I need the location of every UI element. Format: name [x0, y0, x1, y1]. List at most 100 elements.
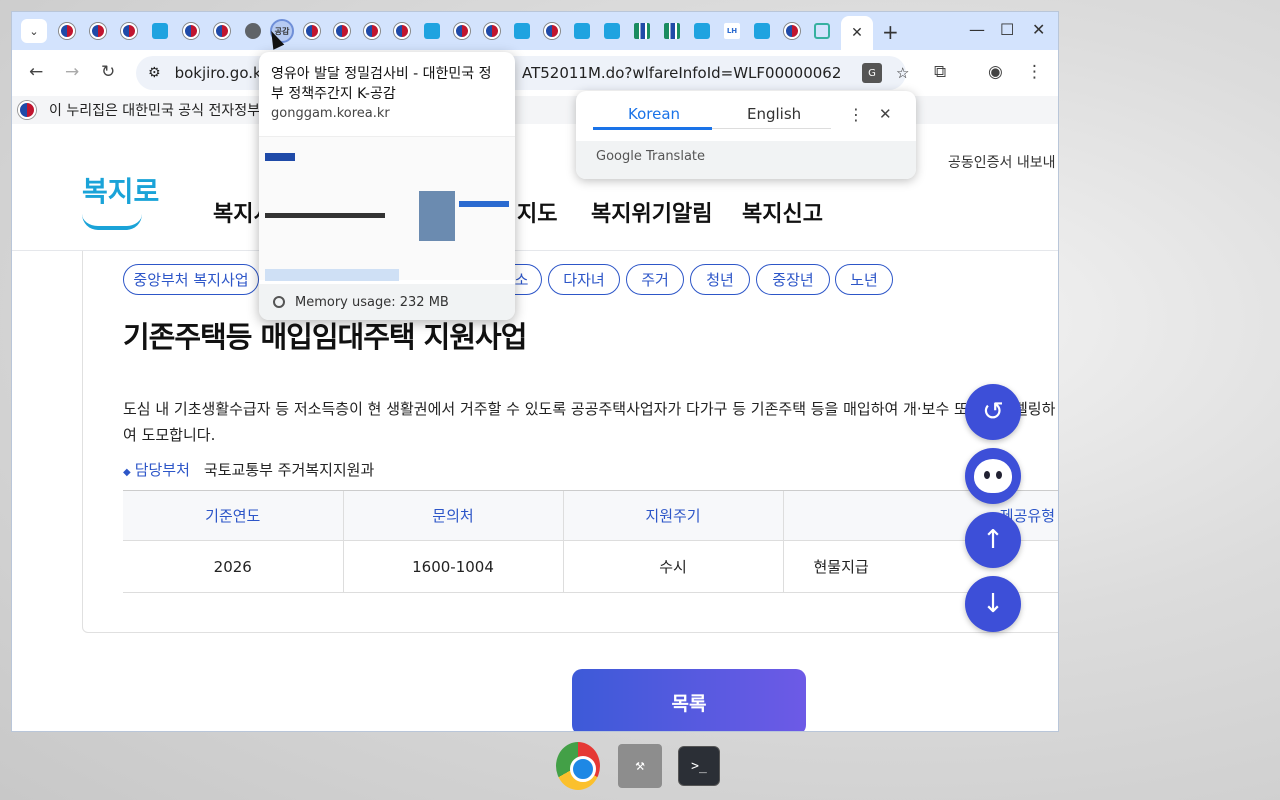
tab-favicon[interactable] [424, 23, 440, 39]
tab-favicon[interactable] [634, 23, 650, 39]
tab-favicon[interactable] [574, 23, 590, 39]
close-icon[interactable]: ✕ [851, 25, 863, 41]
tab-favicon[interactable] [121, 23, 137, 39]
scroll-bottom-button[interactable]: ↓ [965, 576, 1021, 632]
tab-favicon[interactable] [59, 23, 75, 39]
translate-more-icon[interactable]: ⋮ [848, 105, 864, 124]
extensions-icon[interactable]: ⧉ [934, 62, 946, 82]
table-header: 지원주기 [562, 490, 783, 541]
translate-close-icon[interactable]: ✕ [879, 105, 892, 123]
gov-banner-text: 이 누리집은 대한민국 공식 전자정부 [49, 103, 260, 119]
google-translate-label: Google Translate [596, 149, 706, 164]
translate-lang-from[interactable]: Korean [628, 105, 680, 123]
tab-favicon[interactable] [514, 23, 530, 39]
chip-middle-age[interactable]: 중장년 [756, 264, 830, 295]
tab-favicon[interactable] [484, 23, 500, 39]
chrome-icon [556, 742, 600, 790]
table-cell: 1600-1004 [342, 540, 563, 593]
chatbot-icon [974, 459, 1012, 493]
browser-toolbar: ← → ↻ ⚙ bokjiro.go.kr AT52011M.do?wlfare… [12, 50, 1058, 96]
tab-search-button[interactable]: ⌄ [21, 19, 47, 43]
reload-icon[interactable]: ↻ [101, 62, 115, 82]
menu-welfare-report[interactable]: 복지신고 [742, 196, 823, 228]
profile-icon[interactable]: ◉ [988, 62, 1003, 82]
tab-hover-card: 영유아 발달 정밀검사비 - 대한민국 정부 정책주간지 K-공감 gongga… [259, 52, 515, 320]
bullet-icon: ◆ [123, 467, 131, 478]
chip-multi-child[interactable]: 다자녀 [548, 264, 620, 295]
list-button[interactable]: 목록 [572, 669, 806, 731]
forward-icon[interactable]: → [65, 62, 79, 82]
active-tab[interactable]: ✕ [841, 16, 873, 50]
taskbar-tool[interactable]: ⚒ [618, 744, 662, 788]
minimize-icon[interactable]: — [969, 20, 985, 39]
memory-gauge-icon [273, 296, 285, 308]
tab-favicon[interactable] [304, 23, 320, 39]
page-title: 기존주택등 매입임대주택 지원사업 [123, 320, 527, 354]
chip-senior[interactable]: 노년 [835, 264, 893, 295]
translate-icon[interactable]: G [862, 63, 882, 83]
scroll-top-button[interactable]: ↑ [965, 512, 1021, 568]
tab-favicon[interactable] [394, 23, 410, 39]
hover-card-title: 영유아 발달 정밀검사비 - 대한민국 정부 정책주간지 K-공감 [271, 66, 492, 102]
terminal-icon: >_ [691, 758, 707, 774]
tab-favicon[interactable] [544, 23, 560, 39]
tab-favicon[interactable] [214, 23, 230, 39]
table-cell: 2026 [123, 540, 343, 593]
chip-central-ministry[interactable]: 중앙부처 복지사업 [123, 264, 259, 295]
menu-kebab-icon[interactable]: ⋮ [1026, 62, 1043, 82]
korea-flag-icon [18, 101, 36, 119]
maximize-icon[interactable]: ☐ [1000, 20, 1014, 39]
cert-export-link[interactable]: 공동인증서 내보내 [948, 152, 1056, 172]
new-tab-button[interactable]: + [882, 20, 899, 44]
tab-favicon[interactable] [784, 23, 800, 39]
history-icon: ↺ [982, 397, 1004, 427]
logo-swoosh [82, 214, 142, 230]
translate-active-underline [593, 127, 712, 130]
hover-card-memory: Memory usage: 232 MB [259, 284, 515, 320]
table-row: 2026 1600-1004 수시 현물지급 [123, 540, 1058, 593]
department-label: 담당부처 [134, 461, 190, 479]
back-icon[interactable]: ← [29, 62, 43, 82]
chip-housing[interactable]: 주거 [626, 264, 684, 295]
translate-lang-to[interactable]: English [747, 105, 801, 123]
address-bar[interactable]: ⚙ bokjiro.go.kr AT52011M.do?wlfareInfoId… [136, 56, 909, 90]
tab-favicon[interactable] [245, 23, 261, 39]
tab-favicon[interactable] [694, 23, 710, 39]
program-description: 도심 내 기초생활수급자 등 저소득층이 현 생활권에서 거주할 수 있도록 공… [123, 400, 1056, 444]
site-logo[interactable]: 복지로 [82, 170, 159, 210]
close-window-icon[interactable]: ✕ [1032, 20, 1045, 39]
thumb-logo [265, 153, 295, 161]
tab-favicon[interactable] [183, 23, 199, 39]
address-path: AT52011M.do?wlfareInfoId=WLF00000062 [522, 64, 842, 82]
chatbot-button[interactable] [965, 448, 1021, 504]
taskbar-terminal[interactable]: >_ [678, 746, 720, 786]
bookmark-star-icon[interactable]: ☆ [896, 64, 909, 82]
menu-crisis-alert[interactable]: 복지위기알림 [591, 196, 712, 228]
hover-card-thumbnail [259, 136, 515, 281]
hover-card-url: gonggam.korea.kr [271, 106, 390, 121]
tab-favicon[interactable] [754, 23, 770, 39]
tab-favicon[interactable] [814, 23, 830, 39]
tab-favicon[interactable]: LH [724, 23, 740, 39]
tab-favicon[interactable] [664, 23, 680, 39]
department-row: ◆ 담당부처 국토교통부 주거복지지원과 [123, 459, 374, 480]
tab-favicon[interactable] [90, 23, 106, 39]
tab-favicon[interactable] [604, 23, 620, 39]
chevron-down-icon: ⌄ [29, 24, 39, 38]
tab-favicon[interactable] [454, 23, 470, 39]
thumb-badge [459, 201, 509, 207]
tab-favicon[interactable] [364, 23, 380, 39]
table-cell: 수시 [562, 540, 783, 593]
arrow-up-icon: ↑ [982, 525, 1004, 555]
tab-favicon[interactable] [334, 23, 350, 39]
site-info-icon[interactable]: ⚙ [148, 65, 161, 81]
taskbar-chrome[interactable] [556, 742, 600, 790]
thumb-image [265, 269, 399, 281]
chip-youth[interactable]: 청년 [690, 264, 750, 295]
history-button[interactable]: ↺ [965, 384, 1021, 440]
memory-usage-text: Memory usage: 232 MB [295, 294, 449, 310]
department-value: 국토교통부 주거복지지원과 [203, 461, 375, 479]
tab-strip: ⌄ 공감 LH ✕ + — ☐ ✕ [12, 12, 1058, 50]
menu-welfare-map[interactable]: 지도 [517, 196, 557, 228]
tab-favicon[interactable] [152, 23, 168, 39]
